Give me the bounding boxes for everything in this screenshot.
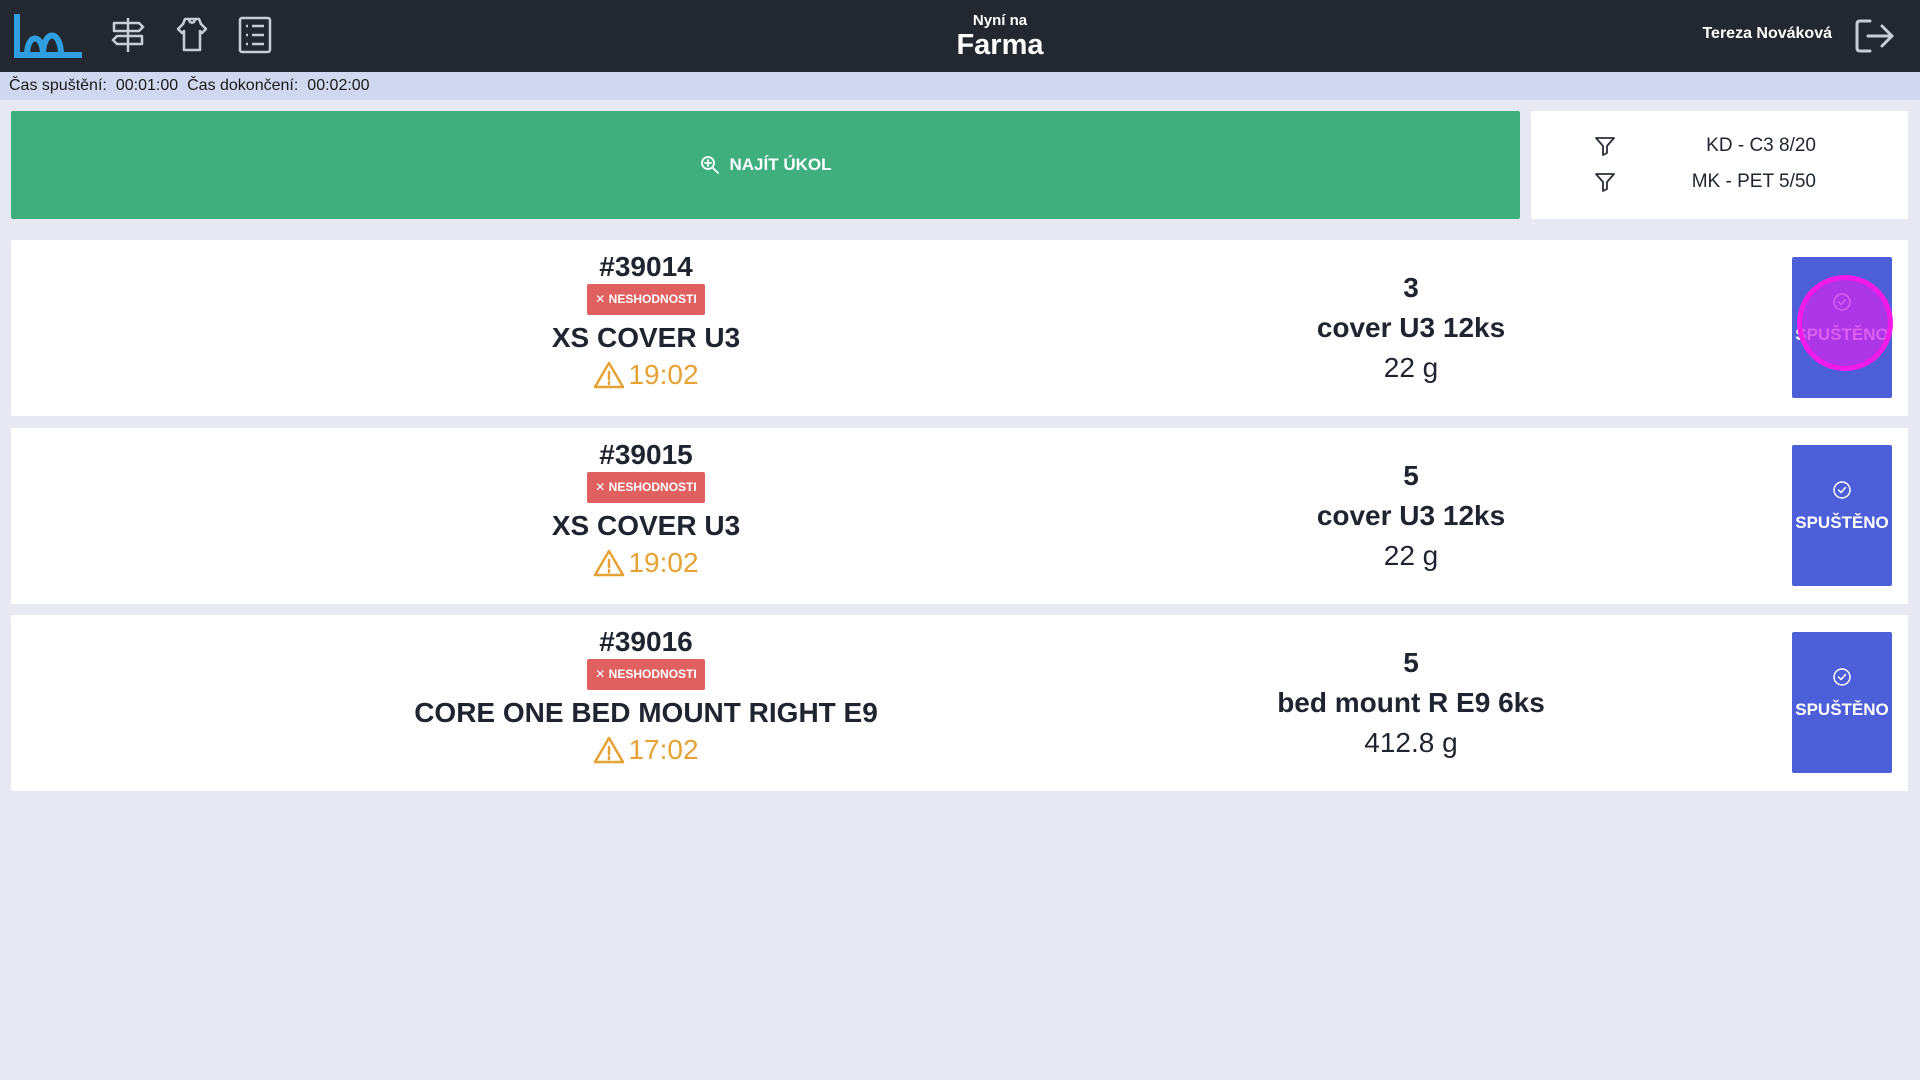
- zoom-in-icon: [700, 156, 719, 174]
- part-name: bed mount R E9 6ks: [1277, 687, 1545, 718]
- location-subtitle: Nyní na: [972, 12, 1028, 29]
- nonconformity-badge: ✕ NESHODNOSTI: [587, 659, 705, 690]
- task-id: #39014: [599, 251, 693, 282]
- product-name: XS COVER U3: [551, 510, 741, 541]
- part-weight: 22 g: [1383, 540, 1439, 571]
- filter-item[interactable]: KD - C3 8/20: [1531, 128, 1908, 164]
- find-task-label: NAJÍT ÚKOL: [729, 155, 832, 174]
- part-weight: 22 g: [1383, 352, 1439, 383]
- product-name: CORE ONE BED MOUNT RIGHT E9: [414, 697, 878, 728]
- due-time: 19:02: [593, 357, 699, 393]
- task-id: #39015: [599, 439, 693, 470]
- check-circle-icon: [1833, 668, 1851, 686]
- started-label: SPUŠTĚNO: [1795, 700, 1889, 719]
- filter-text: MK - PET 5/50: [1691, 171, 1816, 192]
- started-label: SPUŠTĚNO: [1795, 325, 1889, 344]
- filter-icon: [1595, 137, 1615, 156]
- task-card[interactable]: #39014 ✕ NESHODNOSTI XS COVER U3 19:02 3…: [11, 240, 1908, 416]
- warning-icon: [594, 549, 625, 577]
- logo-icon[interactable]: [13, 13, 83, 59]
- warning-icon: [594, 361, 625, 389]
- end-time-label: Čas dokončení:: [187, 77, 299, 94]
- due-time: 19:02: [593, 545, 699, 581]
- task-card[interactable]: #39015 ✕ NESHODNOSTI XS COVER U3 19:02 5…: [11, 428, 1908, 604]
- top-bar: Nyní na Farma Tereza Nováková: [0, 0, 1920, 72]
- warning-icon: [594, 736, 625, 764]
- nonconformity-badge: ✕ NESHODNOSTI: [587, 472, 705, 503]
- due-time-value: 19:02: [628, 547, 699, 578]
- due-time: 17:02: [593, 732, 699, 768]
- part-name: cover U3 12ks: [1316, 500, 1506, 531]
- due-time-value: 19:02: [628, 359, 699, 390]
- nonconformity-badge: ✕ NESHODNOSTI: [587, 284, 705, 315]
- user-name: Tereza Nováková: [1702, 25, 1832, 42]
- filter-panel: KD - C3 8/20 MK - PET 5/50: [1531, 111, 1908, 219]
- end-time-value: 00:02:00: [307, 77, 370, 94]
- start-time-value: 00:01:00: [115, 77, 179, 94]
- task-id: #39016: [599, 626, 693, 657]
- check-circle-icon: [1833, 481, 1851, 499]
- task-card[interactable]: #39016 ✕ NESHODNOSTI CORE ONE BED MOUNT …: [11, 615, 1908, 791]
- current-location: Nyní na Farma: [860, 12, 1140, 60]
- filter-item[interactable]: MK - PET 5/50: [1531, 164, 1908, 200]
- part-weight: 412.8 g: [1364, 727, 1458, 758]
- filter-text: KD - C3 8/20: [1706, 135, 1816, 156]
- started-button[interactable]: SPUŠTĚNO: [1792, 257, 1892, 398]
- location-title: Farma: [956, 29, 1044, 61]
- time-info-bar: Čas spuštění: 00:01:00 Čas dokončení: 00:02…: [0, 72, 1920, 100]
- signpost-icon[interactable]: [108, 15, 148, 55]
- started-button[interactable]: SPUŠTĚNO: [1792, 445, 1892, 586]
- filter-icon: [1595, 173, 1615, 192]
- logout-icon[interactable]: [1854, 17, 1896, 55]
- started-label: SPUŠTĚNO: [1795, 513, 1889, 532]
- due-time-value: 17:02: [628, 734, 699, 765]
- start-time-label: Čas spuštění:: [9, 77, 107, 94]
- task-quantity: 5: [1403, 460, 1419, 491]
- check-circle-icon: [1833, 293, 1851, 311]
- list-icon[interactable]: [235, 15, 275, 55]
- spool-icon[interactable]: [172, 15, 212, 55]
- find-task-button[interactable]: NAJÍT ÚKOL: [11, 111, 1520, 219]
- task-quantity: 5: [1403, 647, 1419, 678]
- task-quantity: 3: [1403, 272, 1419, 303]
- part-name: cover U3 12ks: [1316, 312, 1506, 343]
- started-button[interactable]: SPUŠTĚNO: [1792, 632, 1892, 773]
- product-name: XS COVER U3: [551, 322, 741, 353]
